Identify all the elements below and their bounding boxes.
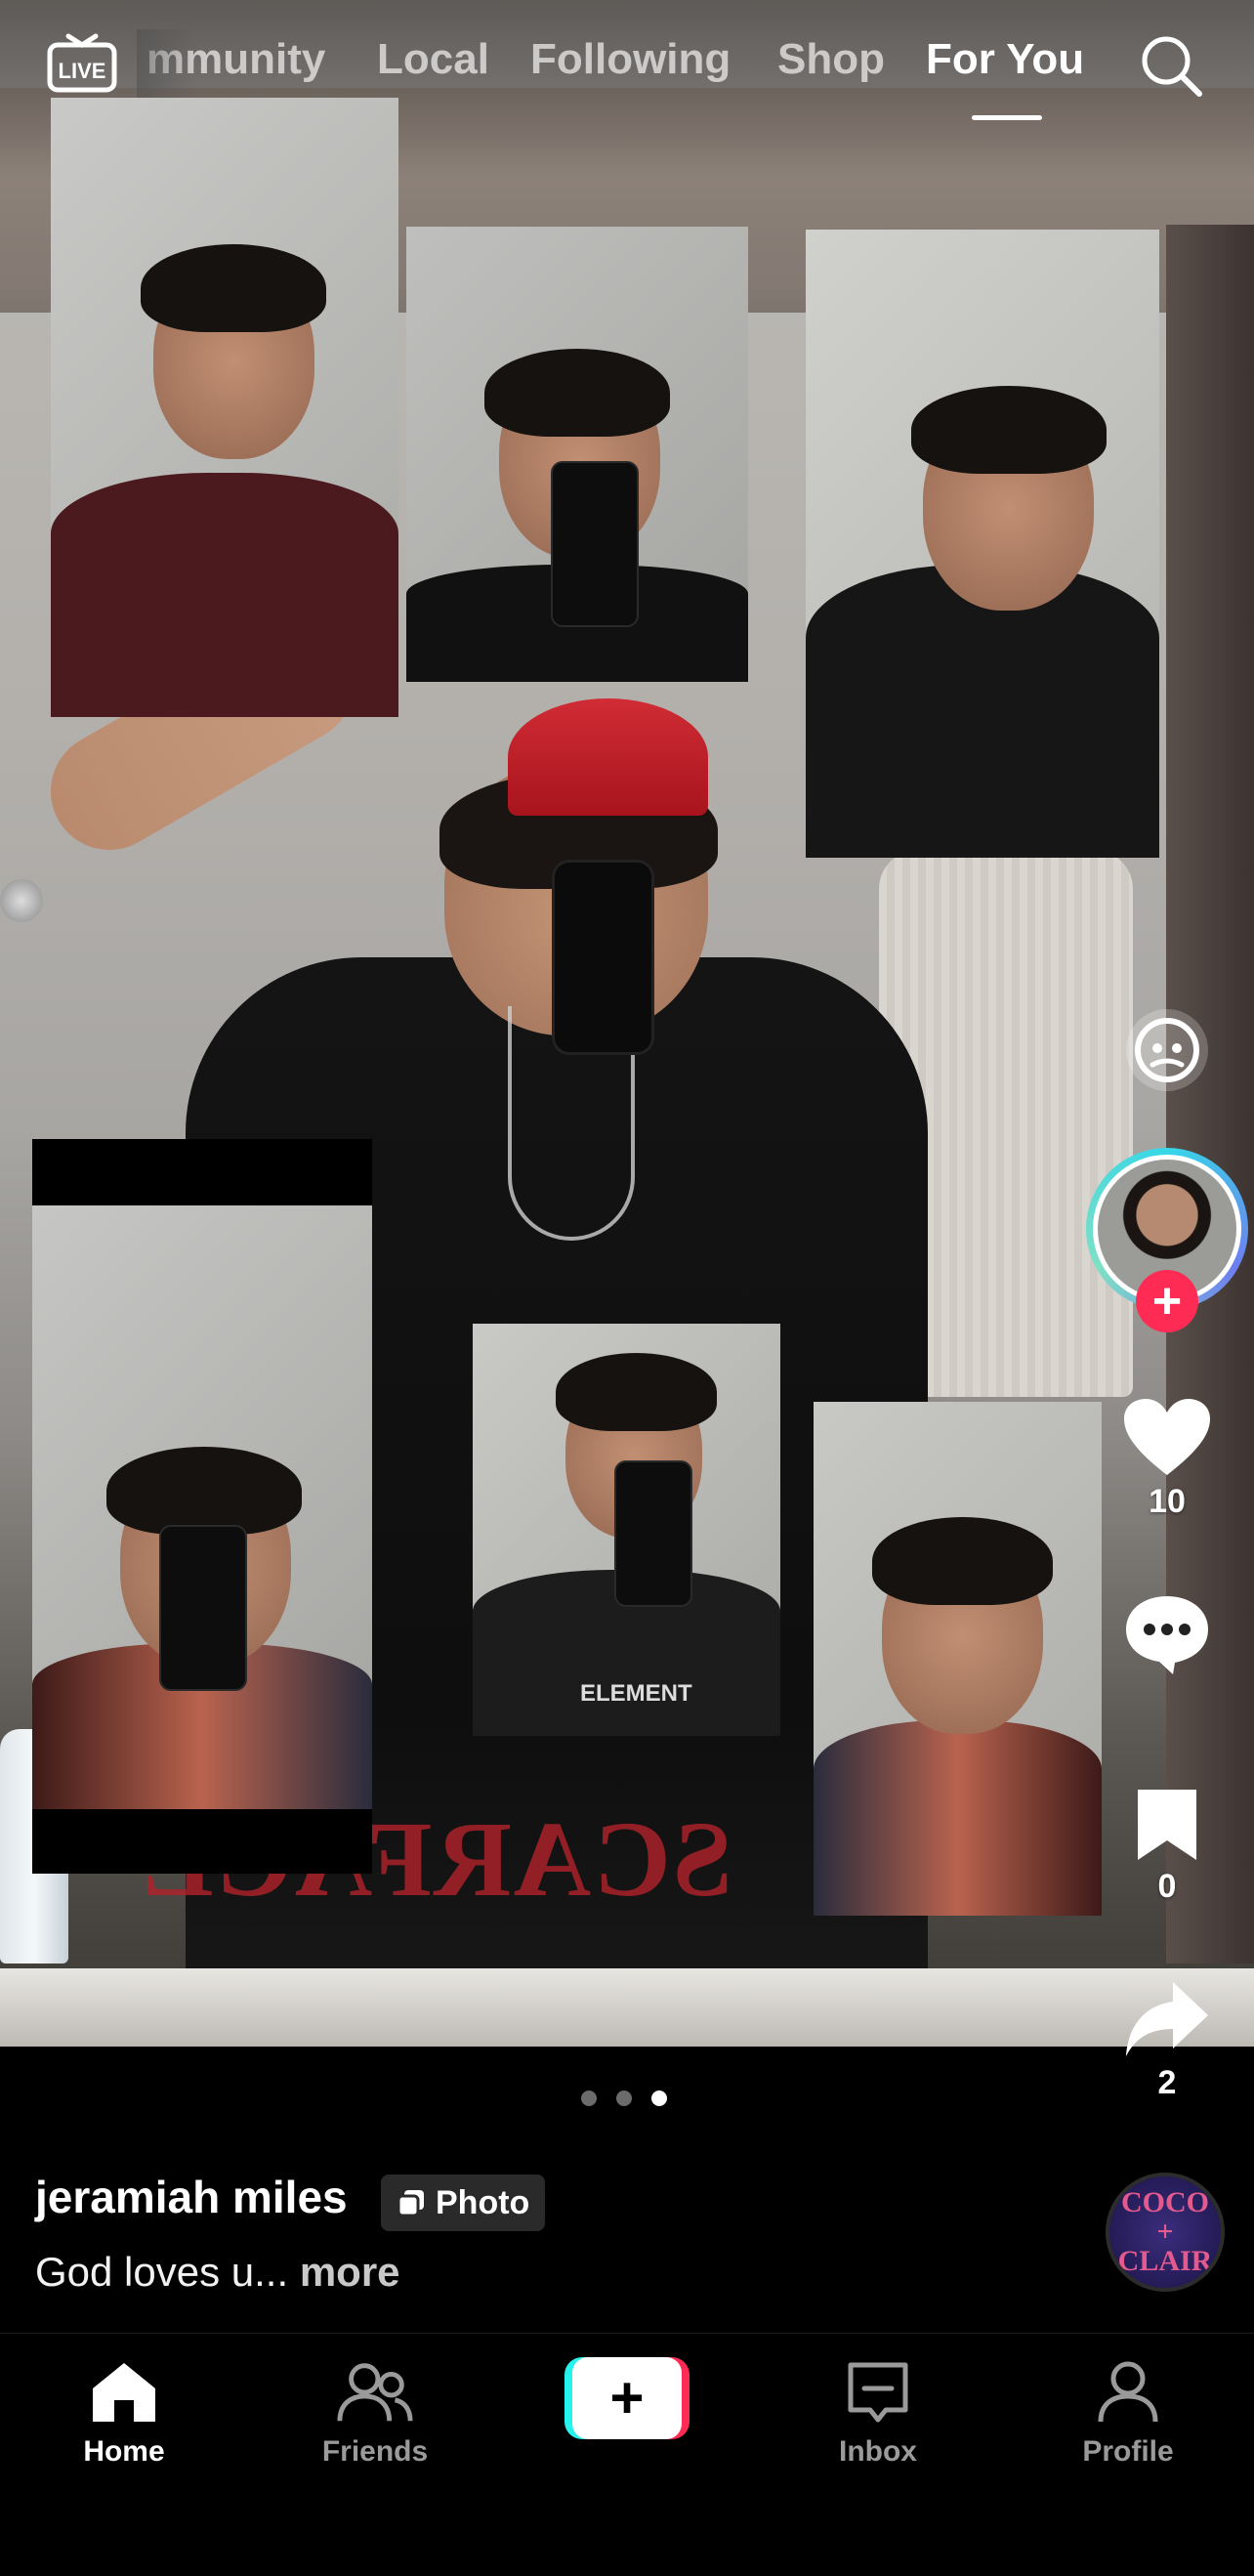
caption-text: God loves u... [35,2249,289,2295]
music-disc-label: COCO + CLAIR [1117,2186,1213,2277]
sink-counter [0,1968,1254,2047]
nav-inbox[interactable]: Inbox [780,2357,976,2469]
photo-tile [32,1139,372,1874]
photo-badge-label: Photo [436,2183,530,2221]
post-caption[interactable]: God loves u... more [35,2249,400,2296]
create-button[interactable]: + [564,2357,690,2439]
nav-profile[interactable]: Profile [1030,2357,1226,2469]
photo-tile [51,98,398,717]
music-disc[interactable]: COCO + CLAIR [1106,2173,1225,2292]
svg-text:LIVE: LIVE [59,59,106,83]
comment-icon [1126,1596,1208,1674]
post-photo[interactable]: SCARFACE ELEMENT [0,0,1254,2047]
photo-badge: Photo [381,2175,546,2231]
tab-following[interactable]: Following [530,35,731,84]
friends-icon [337,2363,413,2422]
live-icon[interactable]: LIVE [47,33,117,94]
share-icon [1126,1982,1208,2056]
face-effect-icon [1126,1009,1208,1091]
door-knob [0,879,43,922]
photo-stack-icon [397,2190,424,2217]
ai-effect-button[interactable] [1084,1006,1250,1094]
phone-in-mirror [552,860,654,1055]
bookmark-icon [1138,1790,1196,1860]
active-tab-indicator [972,115,1042,120]
carousel-dot-active[interactable] [651,2090,667,2106]
profile-icon [1098,2361,1158,2423]
shirt-print: SCARFACE [140,1799,732,1919]
photo-tile: ELEMENT [473,1324,780,1736]
door [1166,225,1254,1964]
save-button[interactable]: 0 [1084,1786,1250,1906]
tile-shirt-print: ELEMENT [580,1680,692,1707]
more-link[interactable]: more [300,2249,400,2295]
carousel-dot[interactable] [616,2090,632,2106]
like-button[interactable]: 10 [1084,1397,1250,1521]
inbox-icon [848,2362,908,2423]
plus-icon[interactable]: + [1136,1270,1198,1332]
tab-local[interactable]: Local [377,35,489,84]
nav-friends[interactable]: Friends [277,2357,473,2469]
tab-for-you[interactable]: For You [926,35,1084,84]
nav-profile-label: Profile [1082,2435,1174,2468]
photo-tile [806,230,1159,858]
save-count: 0 [1157,1868,1177,1905]
search-icon[interactable] [1139,33,1203,98]
home-icon [93,2363,155,2422]
tab-shop[interactable]: Shop [777,35,885,84]
carousel-dots [581,2090,667,2106]
carousel-dot[interactable] [581,2090,597,2106]
heart-icon [1124,1399,1210,1475]
share-button[interactable]: 2 [1084,1978,1250,2102]
photo-tile [406,227,748,682]
nav-friends-label: Friends [321,2435,429,2468]
comment-button[interactable] [1084,1592,1250,1680]
author-avatar[interactable]: + [1084,1148,1250,1332]
like-count: 10 [1149,1483,1186,1520]
photo-tile [814,1402,1102,1916]
top-nav: LIVE mmunity Local Following Shop For Yo… [0,0,1254,137]
create-icon: + [572,2357,682,2439]
share-count: 2 [1157,2064,1177,2101]
bottom-nav: Home Friends + Inbox Profile [0,2333,1254,2576]
nav-home-label: Home [83,2435,165,2468]
red-cap [508,698,708,816]
author-name[interactable]: jeramiah miles [35,2171,348,2223]
nav-home[interactable]: Home [26,2357,222,2469]
nav-inbox-label: Inbox [839,2435,917,2468]
tab-fade [137,29,195,98]
